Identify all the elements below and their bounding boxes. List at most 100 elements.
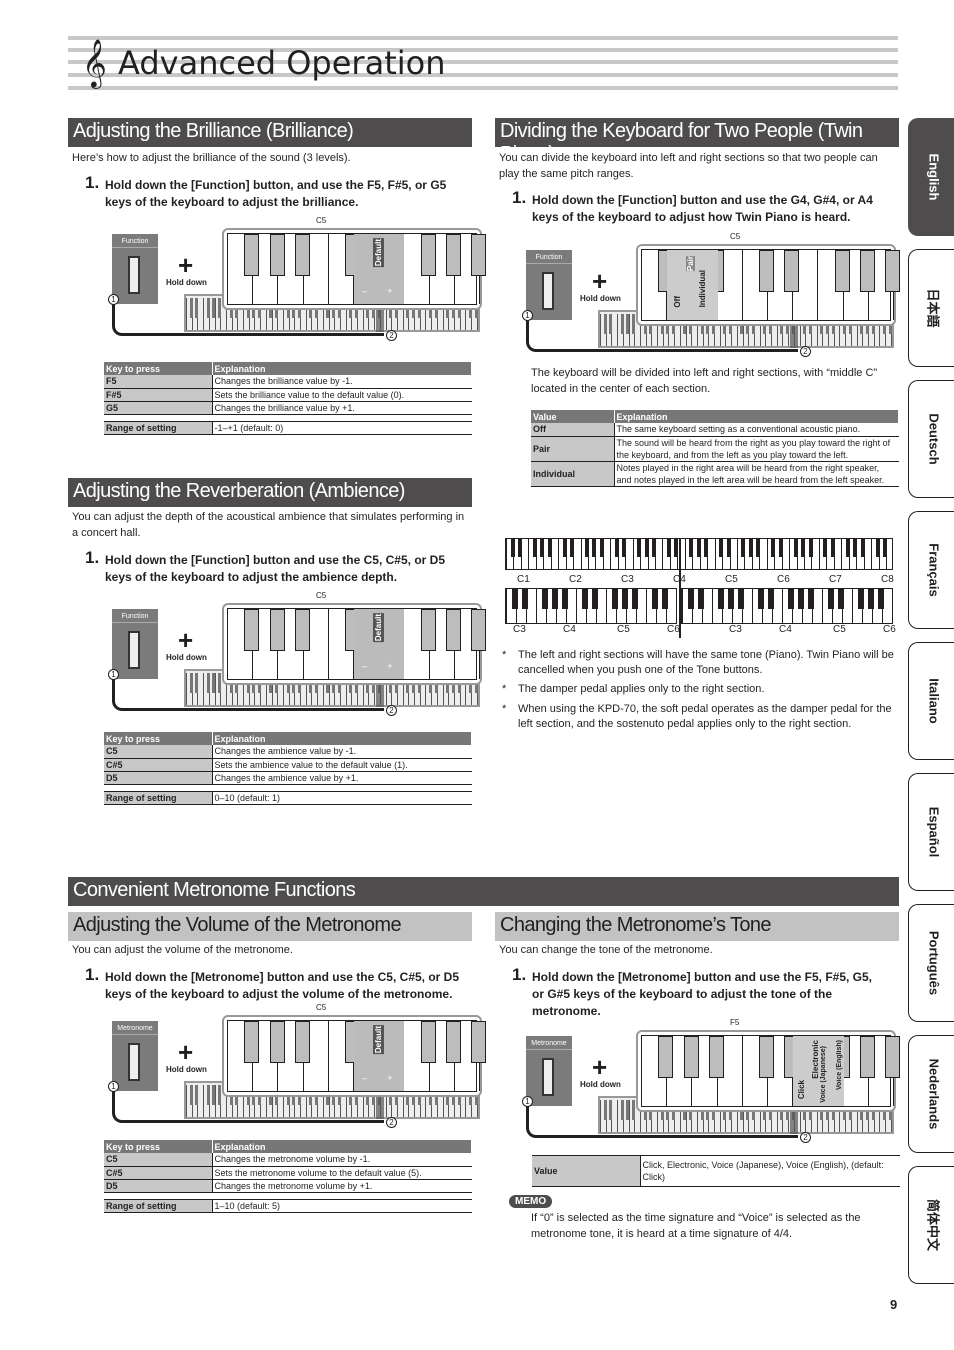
- keyboard-black-key: [860, 539, 865, 557]
- keyboard-black-key: [206, 1085, 210, 1105]
- keyboard-black-key: [603, 314, 607, 334]
- range-label: Range of setting: [104, 421, 213, 435]
- step-marker-2: 2: [386, 705, 397, 716]
- key-position-label: C5: [316, 216, 327, 225]
- language-tab[interactable]: English: [908, 118, 954, 236]
- keyboard-black-key: [801, 539, 806, 557]
- language-tab-label: Deutsch: [926, 413, 941, 465]
- keyboard-black-key: [212, 298, 216, 318]
- note-item: The left and right sections will have th…: [502, 648, 900, 678]
- step-text: Hold down the [Metronome] button and use…: [105, 970, 460, 1001]
- keyboard-black-key: [637, 539, 642, 557]
- keyboard-black-key: [858, 589, 864, 609]
- explanation-cell: The sound will be heard from the right a…: [614, 436, 899, 462]
- twin-piano-range-figure: C1C2C3C4C5C6C7C8C3C4C5C6C3C4C5C6: [505, 538, 897, 638]
- keyboard-black-key: [212, 1085, 216, 1105]
- key-cell: F5: [104, 375, 213, 389]
- col-header: Value: [531, 410, 615, 423]
- keyboard-black-key: [771, 539, 776, 557]
- keyboard-black-key: [206, 673, 210, 693]
- staff-line: [68, 36, 898, 40]
- section-octave-label: C6: [883, 624, 896, 635]
- keyboard-black-key: [875, 539, 880, 557]
- table-row: G5 Changes the brilliance value by +1.: [104, 401, 472, 415]
- plus-icon: +: [592, 266, 608, 296]
- explanation-cell: The same keyboard setting as a conventio…: [614, 423, 899, 437]
- metronome-volume-step: 1. Hold down the [Metronome] button and …: [85, 966, 470, 1003]
- keyboard-black-key: [510, 539, 515, 557]
- range-value: 1–10 (default: 5): [212, 1199, 472, 1213]
- metronome-tone-intro: You can change the tone of the metronome…: [499, 944, 713, 956]
- key-cell: G5: [104, 401, 213, 415]
- table-row: F#5 Sets the brilliance value to the defa…: [104, 388, 472, 402]
- click-label: Click: [797, 1080, 807, 1100]
- button-slot: [542, 1058, 554, 1096]
- language-tab[interactable]: 简体中文: [908, 1166, 954, 1284]
- zoomed-keys: Click Electronic Voice (Japanese) Voice (En…: [641, 1035, 901, 1107]
- black-key: [683, 1036, 699, 1078]
- black-key: [269, 609, 285, 651]
- keyboard-black-key: [542, 589, 548, 609]
- memo-text: If “0” is selected as the time signature…: [531, 1212, 861, 1240]
- button-slot: [128, 1043, 140, 1081]
- step-text: Hold down the [Metronome] button and use…: [532, 970, 873, 1018]
- language-tab[interactable]: Français: [908, 511, 954, 629]
- twin-piano-heading: Dividing the Keyboard for Two People (Tw…: [495, 118, 899, 165]
- language-tab[interactable]: 日本語: [908, 249, 954, 367]
- language-tab[interactable]: Português: [908, 904, 954, 1022]
- keyboard-black-key: [522, 589, 528, 609]
- step-number: 1.: [85, 548, 100, 567]
- right-section-keyboard: [681, 588, 893, 624]
- keyboard-black-key: [195, 298, 199, 318]
- memo-badge: MEMO: [509, 1195, 553, 1208]
- minus-label: –: [362, 286, 368, 296]
- table-row: Value Click, Electronic, Voice (Japanese…: [532, 1155, 900, 1187]
- language-tab[interactable]: Italiano: [908, 642, 954, 760]
- table-row: Off The same keyboard setting as a conven…: [531, 423, 899, 437]
- keyboard-key: [536, 589, 537, 623]
- keyboard-black-key: [562, 589, 568, 609]
- keyboard-key: [186, 298, 187, 330]
- full-range-keyboard: [505, 538, 893, 570]
- page-title: Advanced Operation: [118, 44, 446, 82]
- keyboard-black-key: [689, 539, 694, 557]
- button-slot: [128, 631, 140, 669]
- hold-down-label: Hold down: [166, 1065, 207, 1074]
- keyboard-key: [558, 539, 560, 569]
- keyboard-black-key: [845, 539, 850, 557]
- step-marker-2: 2: [386, 330, 397, 341]
- keyboard-key: [506, 539, 507, 569]
- keyboard-black-key: [189, 1085, 193, 1105]
- language-tab[interactable]: Deutsch: [908, 380, 954, 498]
- key-position-label: C5: [316, 591, 327, 600]
- brilliance-heading: Adjusting the Brilliance (Brilliance): [68, 118, 472, 147]
- keyboard-black-key: [212, 673, 216, 693]
- language-tab[interactable]: Nederlands: [908, 1035, 954, 1153]
- keyboard-key: [606, 589, 607, 623]
- col-header: Explanation: [212, 1140, 472, 1153]
- keyboard-black-key: [620, 1100, 624, 1120]
- voice-english-label: Voice (English): [836, 1040, 844, 1091]
- key-cell: C5: [104, 745, 213, 759]
- black-key: [658, 1036, 674, 1078]
- keyboard-black-key: [603, 1100, 607, 1120]
- keyboard-black-key: [758, 589, 764, 609]
- off-label: Off: [673, 296, 683, 308]
- octave-label: C1: [517, 574, 530, 585]
- octave-label: C5: [725, 574, 738, 585]
- keyboard-black-key: [512, 589, 518, 609]
- language-tab-label: 简体中文: [925, 1198, 940, 1252]
- black-key: [759, 250, 775, 292]
- zoomed-keyboard: Default – +: [222, 228, 487, 310]
- explanation-cell: Changes the ambience value by +1.: [212, 771, 472, 785]
- keyboard-key: [852, 589, 853, 623]
- keyboard-black-key: [823, 539, 828, 557]
- keyboard-black-key: [738, 589, 744, 609]
- function-button: Function: [112, 234, 158, 304]
- black-key: [445, 609, 462, 651]
- keyboard-black-key: [206, 298, 210, 318]
- black-key: [445, 1021, 462, 1063]
- language-tab[interactable]: Español: [908, 773, 954, 891]
- keyboard-black-key: [838, 589, 844, 609]
- range-row: Range of setting 0–10 (default: 1): [104, 791, 472, 805]
